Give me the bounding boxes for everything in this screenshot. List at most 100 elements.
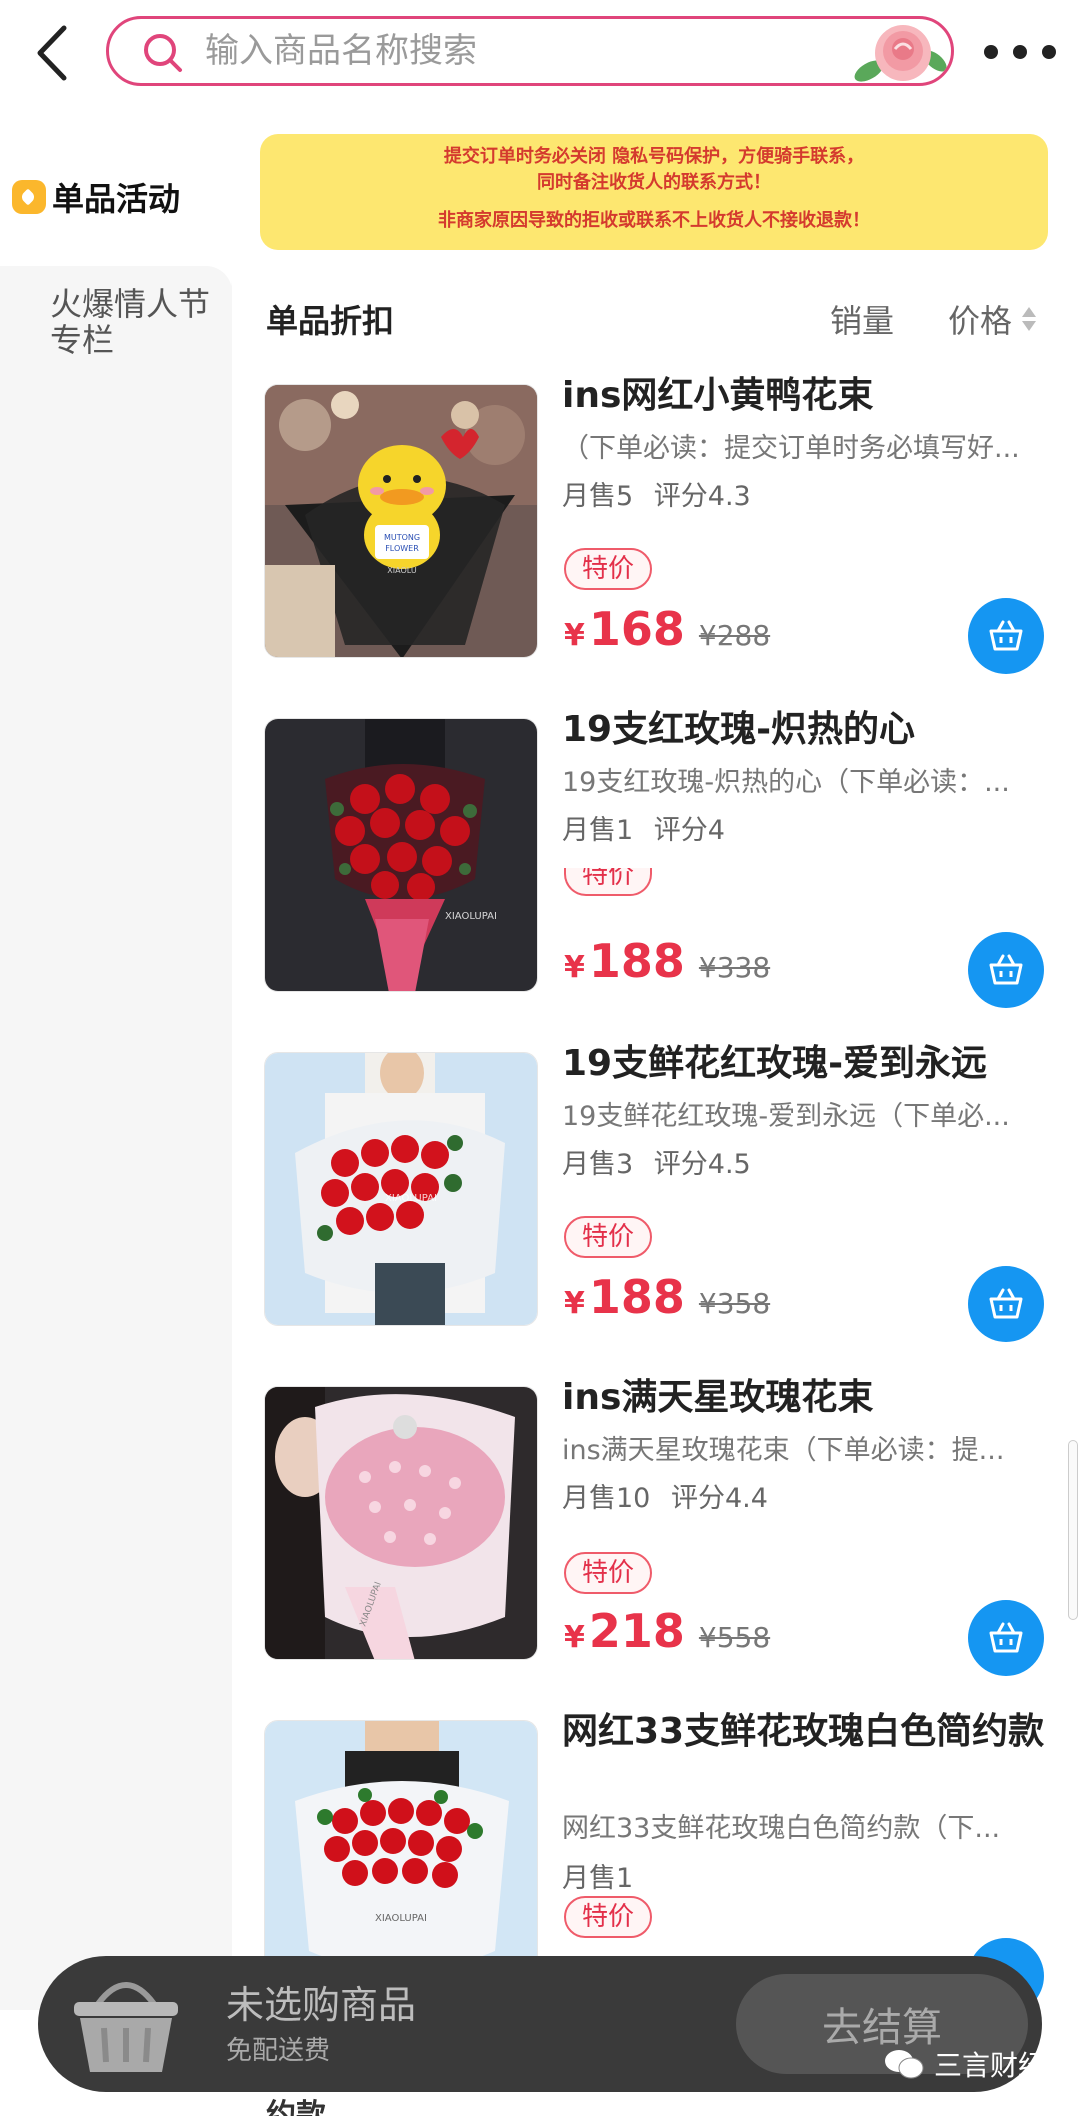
back-button[interactable] xyxy=(28,18,84,88)
special-price-badge: 特价 xyxy=(564,1216,653,1258)
rating: 评分4.4 xyxy=(670,1483,768,1514)
image-label: XIAOLUPAI xyxy=(445,911,497,922)
monthly-sales: 月售10 xyxy=(562,1483,651,1514)
watermark-text: 三言财经 xyxy=(934,2049,1047,2082)
top-bar xyxy=(0,0,1080,110)
special-price-badge: 特价 xyxy=(564,1552,653,1594)
rating: 评分4.3 xyxy=(653,481,751,512)
delivery-fee: 免配送费 xyxy=(226,2036,331,2066)
product-image[interactable]: XIAOLUPAI xyxy=(264,1386,538,1660)
current-price: 168 xyxy=(588,602,685,656)
original-price: ¥358 xyxy=(698,1287,771,1320)
price-block: ¥ 188 ¥358 xyxy=(564,1270,770,1324)
notice-line: 提交订单时务必关闭 隐私号码保护，方便骑手联系， xyxy=(443,146,865,167)
sort-by-sales-button[interactable]: 销量 xyxy=(830,296,894,342)
product-stats: 月售10 评分4.4 xyxy=(562,1476,768,1515)
price-block: ¥ 218 ¥558 xyxy=(564,1604,770,1658)
price-block: ¥ 168 ¥288 xyxy=(564,602,770,656)
product-name[interactable]: 19支红玫瑰-炽热的心 xyxy=(562,708,1052,752)
scroll-indicator[interactable] xyxy=(1068,1440,1078,1620)
product-image[interactable]: XIAOLUPAI xyxy=(264,1720,538,1994)
product-card[interactable]: XIAOLUPAI ins满天星玫瑰花束 ins满天星玫瑰花束（下单必读：提..… xyxy=(264,1377,1054,1676)
currency-symbol: ¥ xyxy=(564,1620,585,1655)
monthly-sales: 月售3 xyxy=(562,1149,634,1180)
special-price-badge: 特价 xyxy=(564,868,653,896)
product-card[interactable]: XIAOLUPAI 19支红玫瑰-炽热的心 19支红玫瑰-炽热的心（下单必读：.… xyxy=(264,709,1054,1008)
special-price-badge: 特价 xyxy=(564,1896,653,1938)
sidebar-item-valentines[interactable]: 火爆情人节专栏 xyxy=(50,286,210,358)
product-stats: 月售5 评分4.3 xyxy=(562,474,751,513)
sort-by-price-button[interactable]: 价格 xyxy=(948,296,1038,342)
image-label: MUTONG xyxy=(384,533,420,542)
pink-babys-breath-image: XIAOLUPAI xyxy=(265,1387,537,1659)
search-bar[interactable] xyxy=(106,16,954,86)
notice-line: 非商家原因导致的拒收或联系不上收货人不接收退款！ xyxy=(438,210,870,231)
product-image[interactable]: XIAOLUPAI xyxy=(264,1052,538,1326)
category-sidebar: 单品活动 火爆情人节专栏 xyxy=(0,110,232,2010)
currency-symbol: ¥ xyxy=(564,618,585,653)
product-stats: 月售3 评分4.5 xyxy=(562,1142,751,1181)
image-label: FLOWER xyxy=(385,544,419,553)
original-price: ¥288 xyxy=(698,619,771,652)
add-to-cart-button[interactable] xyxy=(968,932,1044,1008)
product-description: （下单必读：提交订单时务必填写好... xyxy=(562,433,1020,464)
basket-icon xyxy=(989,1622,1023,1653)
sort-price-label: 价格 xyxy=(948,302,1013,340)
product-name[interactable]: ins网红小黄鸭花束 xyxy=(562,374,1052,418)
monthly-sales: 月售1 xyxy=(562,1863,634,1894)
product-image[interactable]: MUTONG FLOWER XIAOLU xyxy=(264,384,538,658)
product-description: 19支红玫瑰-炽热的心（下单必读：... xyxy=(562,767,1010,798)
currency-symbol: ¥ xyxy=(564,950,585,985)
product-card[interactable]: MUTONG FLOWER XIAOLU ins网红小黄鸭花束 （下单必读：提交… xyxy=(264,375,1054,674)
dot-icon xyxy=(1042,45,1056,59)
sidebar-item-label: 单品活动 xyxy=(52,180,181,218)
watermark: 三言财经 xyxy=(884,2044,1046,2084)
rating: 评分4.5 xyxy=(653,1149,751,1180)
product-stats: 月售1 评分4 xyxy=(562,808,725,847)
red-roses-forever-image: XIAOLUPAI xyxy=(265,1053,537,1325)
product-name[interactable]: ins满天星玫瑰花束 xyxy=(562,1376,1052,1420)
red-roses-heart-image: XIAOLUPAI xyxy=(265,719,537,991)
monthly-sales: 月售5 xyxy=(562,481,634,512)
more-options-button[interactable] xyxy=(984,30,1056,74)
image-label: XIAOLUPAI xyxy=(375,1913,427,1924)
search-icon xyxy=(144,34,182,72)
add-to-cart-button[interactable] xyxy=(968,1266,1044,1342)
product-card[interactable]: XIAOLUPAI 网红33支鲜花玫瑰白色简约款 网红33支鲜花玫瑰白色简约款（… xyxy=(264,1711,1054,2014)
current-price: 218 xyxy=(588,1604,685,1658)
search-input[interactable] xyxy=(205,19,845,83)
section-title: 单品折扣 xyxy=(266,302,395,340)
rating: 评分4 xyxy=(653,815,725,846)
current-price: 188 xyxy=(588,934,685,988)
product-card[interactable]: XIAOLUPAI 19支鲜花红玫瑰-爱到永远 19支鲜花红玫瑰-爱到永远（下单… xyxy=(264,1043,1054,1342)
dot-icon xyxy=(1013,45,1027,59)
tag-icon xyxy=(12,180,46,214)
product-description: 19支鲜花红玫瑰-爱到永远（下单必... xyxy=(562,1101,1010,1132)
shopping-basket-icon[interactable] xyxy=(64,1962,188,2082)
product-name[interactable]: 19支鲜花红玫瑰-爱到永远 xyxy=(562,1042,1052,1086)
basket-icon xyxy=(989,954,1023,985)
sidebar-item-single-activity[interactable]: 单品活动 xyxy=(12,174,180,220)
product-description: ins满天星玫瑰花束（下单必读：提... xyxy=(562,1435,1005,1466)
next-product-peek: 约款 xyxy=(266,2098,326,2116)
currency-symbol: ¥ xyxy=(564,1286,585,1321)
product-description: 网红33支鲜花玫瑰白色简约款（下... xyxy=(562,1813,1001,1844)
notice-line: 同时备注收货人的联系方式！ xyxy=(537,172,771,193)
original-price: ¥558 xyxy=(698,1621,771,1654)
duck-bouquet-image: MUTONG FLOWER XIAOLU xyxy=(265,385,537,657)
image-label: XIAOLUPAI xyxy=(385,1193,437,1204)
add-to-cart-button[interactable] xyxy=(968,598,1044,674)
product-stats: 月售1 xyxy=(562,1856,633,1895)
original-price: ¥338 xyxy=(698,951,771,984)
image-label: XIAOLU xyxy=(387,566,417,575)
product-name[interactable]: 网红33支鲜花玫瑰白色简约款 xyxy=(562,1710,1052,1754)
back-arrow-icon xyxy=(37,25,67,81)
red-roses-white-wrap-image: XIAOLUPAI xyxy=(265,1721,537,1993)
rose-decoration-icon xyxy=(854,25,947,82)
current-price: 188 xyxy=(588,1270,685,1324)
wechat-icon xyxy=(885,2050,924,2079)
add-to-cart-button[interactable] xyxy=(968,1600,1044,1676)
product-image[interactable]: XIAOLUPAI xyxy=(264,718,538,992)
monthly-sales: 月售1 xyxy=(562,815,634,846)
price-block: ¥ 188 ¥338 xyxy=(564,934,770,988)
